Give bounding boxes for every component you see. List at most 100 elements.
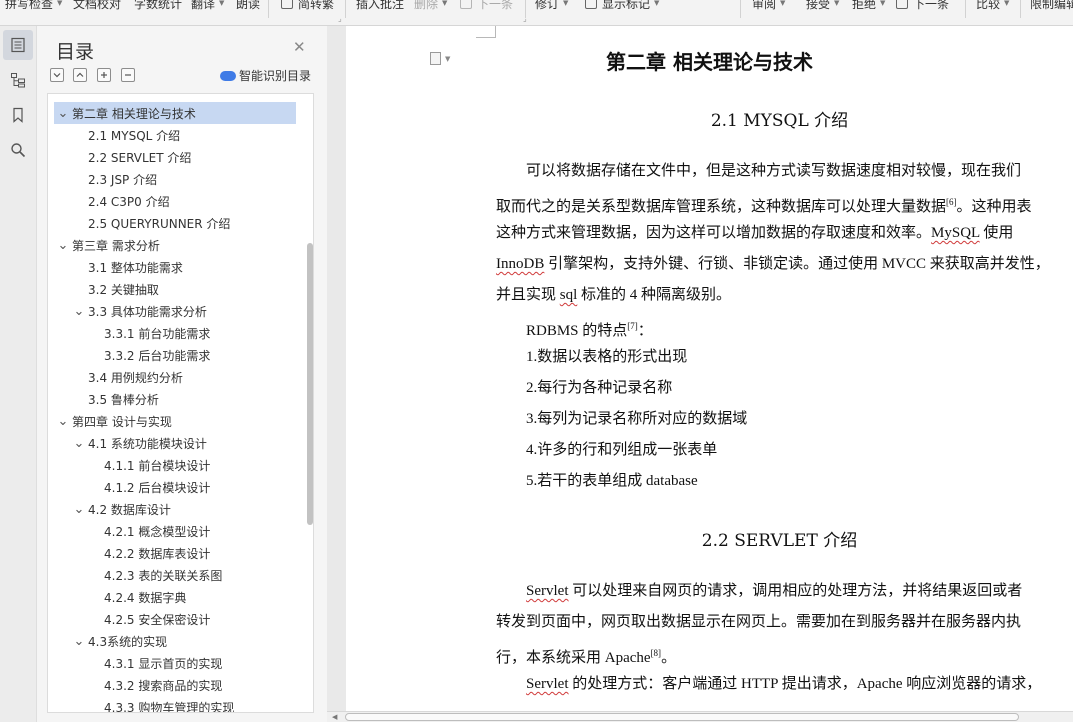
- toc-item[interactable]: 4.1.1 前台模块设计: [54, 454, 296, 476]
- ribbon-button-11[interactable]: 审阅 ▼: [752, 0, 785, 13]
- ribbon-button-16[interactable]: 限制编辑: [1030, 0, 1073, 13]
- ribbon-tool-icon: [896, 0, 908, 9]
- chevron-down-icon[interactable]: ⌄: [72, 498, 86, 520]
- expand-icon[interactable]: [73, 68, 87, 82]
- toc-item[interactable]: 3.2 关键抽取: [54, 278, 296, 300]
- remove-icon[interactable]: [121, 68, 135, 82]
- ribbon-button-2[interactable]: 字数统计: [134, 0, 182, 13]
- toc-item[interactable]: 4.2.4 数据字典: [54, 586, 296, 608]
- toc-item[interactable]: 4.1.2 后台模块设计: [54, 476, 296, 498]
- toc-icon[interactable]: [3, 30, 33, 60]
- toc-item[interactable]: 4.2.5 安全保密设计: [54, 608, 296, 630]
- chevron-down-icon[interactable]: ⌄: [72, 300, 86, 322]
- ribbon-button-label: 比较: [976, 0, 1001, 11]
- ribbon-button-label: 朗读: [236, 0, 261, 11]
- paragraph-line: 可以将数据存储在文件中，但是这种方式读写数据速度相对较慢，现在我们: [496, 160, 1073, 182]
- ribbon-button-label: 下一条: [913, 0, 950, 11]
- dropdown-caret-icon: ▼: [780, 0, 786, 7]
- spellcheck-flag-text: Servlet: [526, 676, 569, 692]
- toc-item[interactable]: 2.5 QUERYRUNNER 介绍: [54, 212, 296, 234]
- ribbon-button-13[interactable]: 拒绝 ▼: [852, 0, 885, 13]
- dropdown-caret-icon: ▼: [834, 0, 840, 7]
- group-launcher-icon[interactable]: ⌟: [338, 14, 342, 23]
- toc-scrollbar[interactable]: [307, 243, 313, 525]
- text-run: 。: [661, 650, 677, 666]
- toc-item[interactable]: 2.4 C3P0 介绍: [54, 190, 296, 212]
- toc-item[interactable]: 2.3 JSP 介绍: [54, 168, 296, 190]
- toc-item[interactable]: 4.2.1 概念模型设计: [54, 520, 296, 542]
- dropdown-caret-icon: ▼: [654, 0, 660, 7]
- ribbon-button-0[interactable]: 拼写检查 ▼: [5, 0, 62, 13]
- ribbon-button-7[interactable]: 删除 ▼: [414, 0, 447, 13]
- text-run: 可以将数据存储在文件中，但是这种方式读写数据速度相对较慢，现在我们: [496, 163, 1022, 179]
- document-page[interactable]: ▼ 第二章 相关理论与技术 2.1 MYSQL 介绍 可以将数据存储在文件中，但…: [346, 26, 1073, 711]
- toc-item[interactable]: 4.3.2 搜索商品的实现: [54, 674, 296, 696]
- panel-divider[interactable]: [327, 26, 346, 722]
- toc-item[interactable]: 3.1 整体功能需求: [54, 256, 296, 278]
- toc-item-label: 4.3.1 显示首页的实现: [104, 656, 223, 671]
- ribbon-button-8[interactable]: 下一条: [460, 0, 513, 13]
- ribbon-button-label: 修订: [535, 0, 560, 11]
- text-run: 标准的 4 种隔离级别。: [577, 287, 732, 303]
- dropdown-caret-icon: ▼: [880, 0, 886, 7]
- ribbon-button-14[interactable]: 下一条: [896, 0, 949, 13]
- spellcheck-flag-text: sql: [559, 287, 578, 303]
- text-run: 5.若干的表单组成 database: [496, 473, 698, 489]
- toc-item[interactable]: ⌄ 第二章 相关理论与技术: [54, 102, 296, 124]
- navigation-tree-icon[interactable]: [3, 65, 33, 95]
- toc-item[interactable]: ⌄ 4.2 数据库设计: [54, 498, 296, 520]
- toc-item-label: 3.1 整体功能需求: [88, 260, 183, 275]
- paragraph-line: 4.许多的行和列组成一张表单: [496, 439, 1073, 461]
- ribbon-button-9[interactable]: 修订 ▼: [535, 0, 568, 13]
- toc-item[interactable]: 4.3.3 购物车管理的实现: [54, 696, 296, 713]
- toc-item[interactable]: 2.2 SERVLET 介绍: [54, 146, 296, 168]
- toc-item[interactable]: 3.4 用例规约分析: [54, 366, 296, 388]
- toc-item[interactable]: 3.3.2 后台功能需求: [54, 344, 296, 366]
- ribbon-button-12[interactable]: 接受 ▼: [806, 0, 839, 13]
- section-heading: 2.2 SERVLET 介绍: [701, 531, 858, 551]
- toc-item[interactable]: 3.3.1 前台功能需求: [54, 322, 296, 344]
- bookmark-icon[interactable]: [3, 100, 33, 130]
- ribbon-button-5[interactable]: 简转繁: [281, 0, 334, 13]
- toc-item-label: 2.2 SERVLET 介绍: [88, 150, 192, 165]
- ribbon-button-label: 文档校对: [73, 0, 122, 11]
- ribbon-button-3[interactable]: 翻译 ▼: [191, 0, 224, 13]
- chevron-down-icon[interactable]: ⌄: [56, 102, 70, 124]
- smart-recognize-toc-button[interactable]: 智能识别目录: [220, 67, 311, 84]
- ribbon-button-4[interactable]: 朗读: [236, 0, 260, 13]
- ribbon-button-6[interactable]: 插入批注: [356, 0, 404, 13]
- chevron-down-icon[interactable]: ⌄: [56, 234, 70, 256]
- horizontal-scrollbar[interactable]: ◀: [327, 711, 1073, 722]
- scroll-thumb[interactable]: [345, 713, 1019, 721]
- ribbon-separator: [1020, 0, 1021, 18]
- toc-item[interactable]: ⌄ 4.3系统的实现: [54, 630, 296, 652]
- toc-item[interactable]: ⌄ 第三章 需求分析: [54, 234, 296, 256]
- paragraph-line: 5.若干的表单组成 database: [496, 470, 1073, 492]
- toc-item[interactable]: 2.1 MYSQL 介绍: [54, 124, 296, 146]
- group-launcher-icon[interactable]: ⌟: [523, 14, 527, 23]
- text-run: RDBMS 的特点: [496, 323, 628, 339]
- toc-item[interactable]: 3.5 鲁棒分析: [54, 388, 296, 410]
- chevron-down-icon[interactable]: ⌄: [72, 432, 86, 454]
- collapse-icon[interactable]: [50, 68, 64, 82]
- text-run: 行，本系统采用 Apache: [496, 650, 651, 666]
- page-corner-mark: [476, 26, 496, 38]
- search-icon[interactable]: [3, 135, 33, 165]
- ribbon-separator: [740, 0, 741, 18]
- toc-item[interactable]: 4.2.3 表的关联关系图: [54, 564, 296, 586]
- toc-item[interactable]: ⌄ 第四章 设计与实现: [54, 410, 296, 432]
- scroll-left-icon[interactable]: ◀: [332, 713, 337, 721]
- toc-item[interactable]: ⌄ 3.3 具体功能需求分析: [54, 300, 296, 322]
- ribbon-button-1[interactable]: 文档校对: [73, 0, 121, 13]
- close-icon[interactable]: ✕: [293, 40, 306, 55]
- toc-item[interactable]: 4.3.1 显示首页的实现: [54, 652, 296, 674]
- add-icon[interactable]: [97, 68, 111, 82]
- chevron-down-icon[interactable]: ⌄: [56, 410, 70, 432]
- toc-item[interactable]: ⌄ 4.1 系统功能模块设计: [54, 432, 296, 454]
- paragraph-line: 1.数据以表格的形式出现: [496, 346, 1073, 368]
- chevron-down-icon[interactable]: ⌄: [72, 630, 86, 652]
- toc-panel-title: 目录: [56, 41, 95, 63]
- ribbon-button-15[interactable]: 比较 ▼: [976, 0, 1009, 13]
- toc-item[interactable]: 4.2.2 数据库表设计: [54, 542, 296, 564]
- ribbon-button-10[interactable]: 显示标记 ▼: [585, 0, 659, 13]
